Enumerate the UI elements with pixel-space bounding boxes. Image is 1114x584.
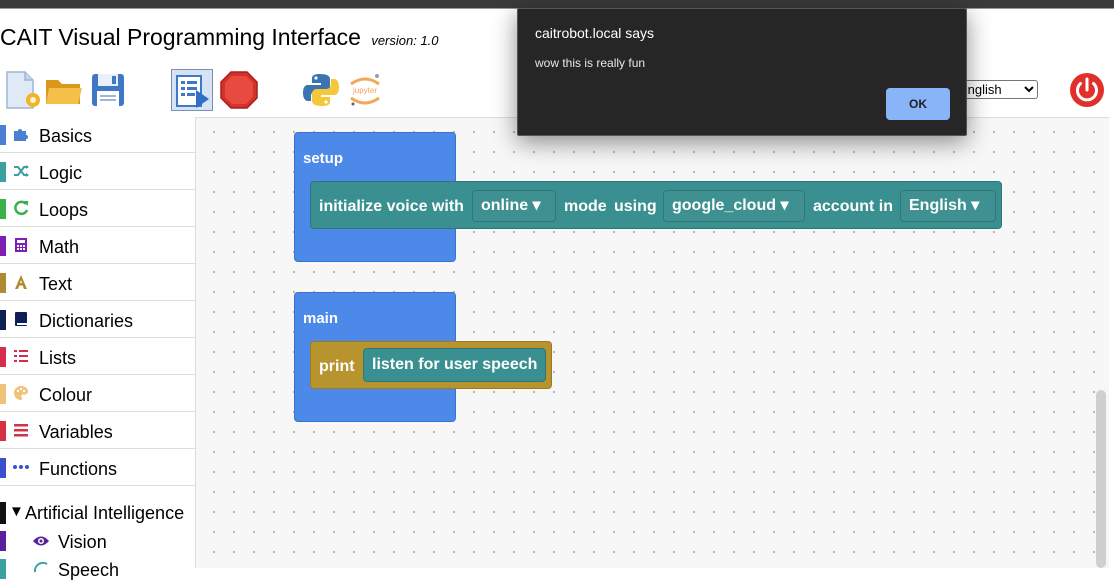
category-label: Text [39,274,73,294]
listen-for-speech-block[interactable]: listen for user speech [363,348,546,382]
category-math[interactable]: Math [0,228,195,264]
category-loops[interactable]: Loops [0,191,195,227]
category-label: Math [39,237,80,257]
category-lists[interactable]: Lists [0,339,195,375]
main-block-title: main [303,310,339,327]
category-vision[interactable]: Vision [0,528,195,556]
browser-top-strip [0,0,1114,9]
text-icon [15,275,27,289]
list-icon [14,350,28,362]
category-color-bar [0,531,6,551]
category-artificial-intelligence[interactable]: ▼ Artificial Intelligence [0,500,195,526]
book-icon [15,312,27,326]
account-dropdown[interactable]: google_cloud ▾ [663,190,805,222]
category-label: Variables [39,422,113,442]
palette-icon [14,386,28,400]
category-speech[interactable]: Speech [0,556,195,584]
python-icon[interactable] [301,70,341,110]
collapse-toggle-icon[interactable]: ▼ [9,503,24,520]
ok-button[interactable]: OK [886,88,950,120]
category-label: Functions [39,459,118,479]
open-folder-icon[interactable] [44,70,84,110]
dialog-origin: caitrobot.local says [535,25,655,41]
category-color-bar [0,236,6,256]
block-text: mode [564,198,607,215]
category-color-bar [0,384,6,404]
block-text: using [614,198,657,215]
language-dropdown[interactable]: English ▾ [900,190,996,222]
initialize-voice-block[interactable]: initialize voice with online ▾ mode usin… [310,181,1002,229]
variables-icon [14,424,28,437]
category-basics[interactable]: Basics [0,117,195,153]
category-color-bar [0,273,6,293]
category-color-bar [0,502,6,524]
puzzle-icon [14,129,28,141]
category-color-bar [0,162,6,182]
loop-icon [14,200,29,216]
shuffle-icon [14,165,29,177]
category-logic[interactable]: Logic [0,154,195,190]
block-text: account in [813,198,894,215]
block-text: print [319,358,355,375]
alert-dialog: caitrobot.local says wow this is really … [517,8,967,136]
app-title: CAIT Visual Programming Interface [0,24,361,50]
category-sidebar: Basics Logic Loops Math Text Dictionarie… [0,117,195,580]
workspace-scrollbar[interactable] [1096,390,1106,568]
category-color-bar [0,559,6,579]
category-label: Basics [39,126,93,146]
category-color-bar [0,421,6,441]
category-color-bar [0,458,6,478]
jupyter-label: jupyter [352,86,377,95]
category-color-bar [0,347,6,367]
category-label: Loops [39,200,89,220]
block-text: initialize voice with [319,198,464,215]
category-color-bar [0,199,6,219]
category-label: Colour [39,385,93,405]
category-label: Logic [39,163,83,183]
category-label: Speech [58,560,120,580]
category-label: Lists [39,348,77,368]
workspace-edge [1109,117,1114,568]
setup-block-title: setup [303,150,344,167]
run-icon [176,75,209,108]
category-variables[interactable]: Variables [0,413,195,449]
version-label: version: 1.0 [371,33,439,48]
category-label: Artificial Intelligence [25,503,185,523]
eye-icon [33,536,49,546]
calculator-icon [15,238,27,252]
power-button[interactable] [1069,72,1105,108]
category-dictionaries[interactable]: Dictionaries [0,302,195,338]
new-file-icon[interactable] [3,70,43,110]
power-icon [1070,73,1104,107]
category-label: Vision [58,532,107,552]
page-title: CAIT Visual Programming Interface versio… [0,24,439,51]
category-functions[interactable]: Functions [0,450,195,486]
category-color-bar [0,125,6,145]
dots-icon [13,465,29,469]
print-block[interactable]: print listen for user speech [310,341,552,389]
category-color-bar [0,310,6,330]
category-text[interactable]: Text [0,265,195,301]
category-label: Dictionaries [39,311,134,331]
mode-dropdown[interactable]: online ▾ [472,190,556,222]
run-button[interactable] [171,69,213,111]
jupyter-icon[interactable]: jupyter [345,70,385,110]
save-icon[interactable] [88,70,128,110]
dialog-message: wow this is really fun [535,56,646,70]
stop-icon[interactable] [219,70,259,110]
speech-icon [33,561,48,573]
category-colour[interactable]: Colour [0,376,195,412]
